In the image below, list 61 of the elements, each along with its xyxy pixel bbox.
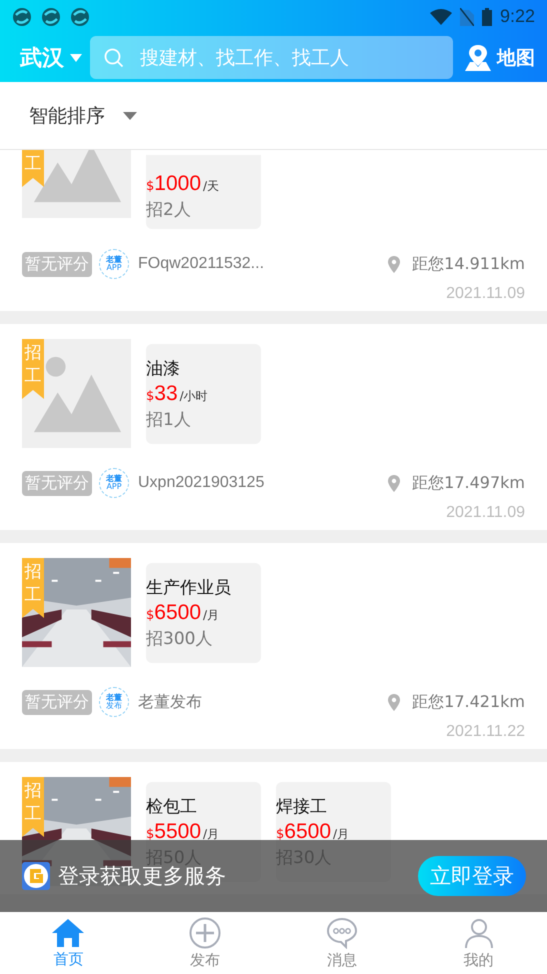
job-card[interactable]: 招 工 生产作业员 $6500/月 招300人 暂无评分 老董 发布 老董发布 距您17.421km 2021.11.22 [0,543,547,749]
map-pin-icon [465,44,491,72]
map-button[interactable]: 地图 [465,44,535,72]
tab[interactable]: 我的 [410,912,547,974]
distance: 距您14.911km [412,254,525,274]
recruit-ribbon: 招 工 [22,558,44,618]
distance: 距您17.497km [412,472,525,494]
location-pin-icon [388,256,400,272]
notification-icon [70,6,90,26]
job-title: 油漆 [146,358,181,380]
salary: $33/小时 [146,382,209,406]
poster-name: 老董发布 [138,692,202,712]
job-title: 检包工 [146,796,198,818]
wifi-icon [430,8,452,24]
job-card[interactable]: 招 工 油漆 $33/小时 招1人 暂无评分 老董 APP Uxpn2021903125 距您17.497km 2021.11.09 [0,324,547,530]
job-tile[interactable]: 生产作业员 $6500/月 招300人 [146,563,261,663]
user-icon [462,916,495,948]
job-tile[interactable]: $1000/天 招2人 [146,155,261,229]
location-pin-icon [388,694,400,710]
notification-icon [12,6,32,26]
tab[interactable]: 发布 [136,912,274,974]
post-date: 2021.11.22 [446,723,525,741]
image-placeholder-icon [22,339,131,448]
poster-avatar: 老董 发布 [99,687,129,717]
post-date: 2021.11.09 [446,504,525,522]
app-logo-icon [22,862,50,890]
salary: $5500/月 [146,820,220,844]
add-icon [189,916,222,948]
distance: 距您17.421km [412,692,525,712]
post-date: 2021.11.09 [446,285,525,303]
job-title: 生产作业员 [146,577,232,599]
poster-avatar: 老董 APP [99,249,129,279]
poster-avatar: 老董 APP [99,468,129,498]
chat-icon [326,916,358,948]
salary: $6500/月 [146,601,220,625]
job-title: 焊接工 [276,796,328,818]
rating-tag: 暂无评分 [22,470,92,496]
rating-tag: 暂无评分 [22,252,92,276]
notification-icon [41,6,61,26]
job-tile[interactable]: 油漆 $33/小时 招1人 [146,344,261,444]
headcount: 招2人 [146,198,192,220]
headcount: 招1人 [146,409,192,431]
search-icon [104,48,124,68]
tab[interactable]: 消息 [274,912,410,974]
poster-name: Uxpn2021903125 [138,474,264,492]
rating-tag: 暂无评分 [22,690,92,714]
location-pin-icon [388,474,400,492]
home-icon [51,918,86,948]
recruit-ribbon: 招 工 [22,777,44,837]
salary: $1000/天 [146,172,220,196]
salary: $6500/月 [276,820,350,844]
job-card[interactable]: 工 $1000/天 招2人 暂无评分 老董 APP FOqw20211532... 距您14.911km 2021.11.09 [0,150,547,311]
caret-icon [70,54,82,62]
recruit-ribbon: 招 工 [22,339,44,399]
headcount: 招300人 [146,628,214,650]
status-time: 9:22 [500,6,535,27]
poster-name: FOqw20211532... [138,255,264,273]
caret-icon [123,112,137,120]
no-sim-icon [460,8,474,26]
sort-dropdown[interactable]: 智能排序 [29,102,137,128]
battery-icon [482,8,492,26]
